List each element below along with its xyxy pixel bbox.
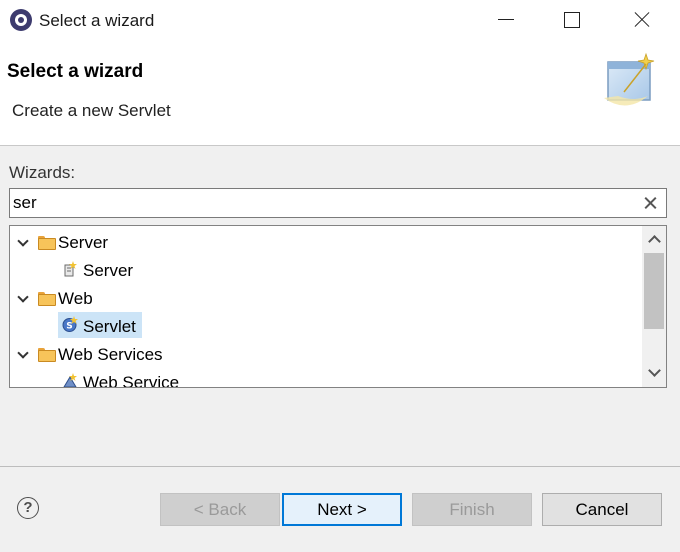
clear-filter-icon[interactable] xyxy=(642,193,660,213)
tree-item-label: Web Services xyxy=(58,345,163,364)
back-button[interactable]: < Back xyxy=(160,493,280,526)
wizard-filter-input[interactable] xyxy=(13,192,633,214)
tree-item-servlet-wizard[interactable]: S Servlet xyxy=(10,312,640,340)
new-server-icon xyxy=(64,261,77,277)
page-title: Select a wizard xyxy=(7,61,144,82)
tree-item-web-category[interactable]: Web xyxy=(10,284,640,312)
close-icon[interactable] xyxy=(612,0,672,40)
wizard-header: Select a wizard Create a new Servlet xyxy=(0,42,680,146)
finish-button[interactable]: Finish xyxy=(412,493,532,526)
footer-divider xyxy=(0,466,680,467)
wizard-banner-icon xyxy=(604,52,655,106)
chevron-down-icon[interactable] xyxy=(16,292,30,306)
wizards-label: Wizards: xyxy=(9,163,76,182)
title-bar: Select a wizard xyxy=(0,0,680,42)
cancel-button[interactable]: Cancel xyxy=(542,493,662,526)
tree-item-label: Server xyxy=(58,233,109,252)
tree-item-label: Web Service xyxy=(83,373,180,388)
tree-item-label: Servlet xyxy=(83,317,136,336)
tree-item-label: Web xyxy=(58,289,93,308)
scroll-down-icon[interactable] xyxy=(642,361,666,385)
svg-text:S: S xyxy=(66,322,72,332)
wizard-filter-field[interactable] xyxy=(9,188,667,218)
minimize-icon[interactable] xyxy=(478,0,538,40)
tree-item-web-service-wizard[interactable]: Web Service xyxy=(10,368,640,388)
chevron-down-icon[interactable] xyxy=(16,236,30,250)
chevron-down-icon[interactable] xyxy=(16,348,30,362)
web-service-icon xyxy=(63,373,77,387)
maximize-icon[interactable] xyxy=(542,0,602,40)
scroll-up-icon[interactable] xyxy=(642,228,666,252)
folder-open-icon xyxy=(38,292,56,306)
eclipse-app-icon xyxy=(10,9,32,31)
tree-vertical-scrollbar[interactable] xyxy=(642,226,666,387)
tree-item-server-category[interactable]: Server xyxy=(10,228,640,256)
scrollbar-thumb[interactable] xyxy=(644,253,664,329)
tree-item-server-wizard[interactable]: Server xyxy=(10,256,640,284)
servlet-icon: S xyxy=(62,316,78,332)
wizard-tree[interactable]: Server Server Web S Servlet Web Services xyxy=(9,225,667,388)
help-icon[interactable]: ? xyxy=(17,497,39,519)
tree-item-web-services-category[interactable]: Web Services xyxy=(10,340,640,368)
next-button[interactable]: Next > xyxy=(282,493,402,526)
folder-open-icon xyxy=(38,348,56,362)
folder-open-icon xyxy=(38,236,56,250)
tree-item-label: Server xyxy=(83,261,134,280)
page-description: Create a new Servlet xyxy=(12,101,171,120)
window-title: Select a wizard xyxy=(39,11,155,30)
